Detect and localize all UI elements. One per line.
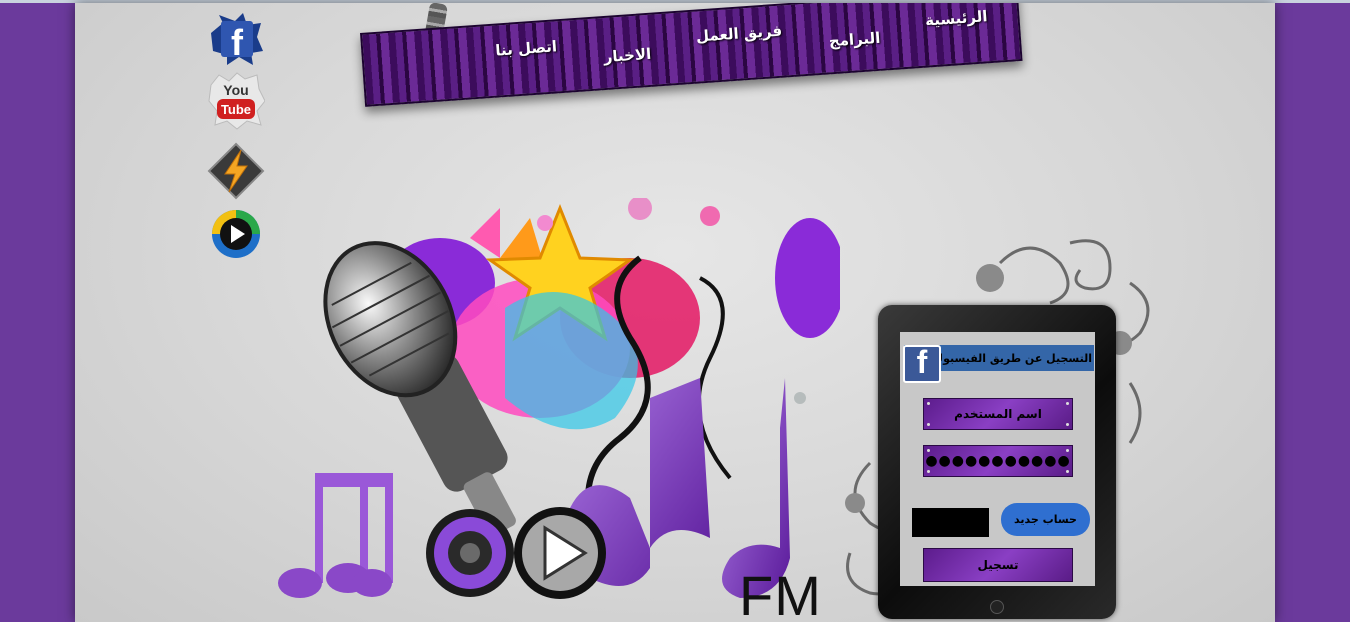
password-masked-value: ●●●●●●●●●●● xyxy=(925,453,1071,469)
winamp-link[interactable] xyxy=(207,142,265,200)
username-placeholder: اسم المستخدم xyxy=(954,407,1042,421)
nav-item-home[interactable]: الرئيسية xyxy=(925,7,989,43)
svg-text:Tube: Tube xyxy=(221,102,251,117)
nav-item-programs[interactable]: البرامج xyxy=(828,29,881,51)
nav-item-news[interactable]: الاخبار xyxy=(603,45,652,66)
login-panel: التسجيل عن طريق الفيسبوك f اسم المستخدم … xyxy=(900,332,1095,586)
facebook-icon[interactable]: f xyxy=(903,344,941,383)
register-button[interactable]: تسجيل xyxy=(923,548,1073,582)
new-account-button[interactable]: حساب جديد xyxy=(1001,503,1090,536)
username-input[interactable]: اسم المستخدم xyxy=(923,398,1073,430)
main-navigation: الرئيسية البرامج فريق العمل الاخبار اتصل… xyxy=(360,3,1023,107)
nav-item-team[interactable]: فريق العمل xyxy=(695,22,783,60)
nav-item-contact[interactable]: اتصل بنا xyxy=(495,37,559,73)
music-artwork xyxy=(278,198,840,599)
facebook-icon: f xyxy=(211,13,263,65)
winamp-lightning-icon xyxy=(207,142,265,200)
youtube-icon: You Tube xyxy=(208,72,265,130)
svg-text:You: You xyxy=(223,82,248,98)
nav-items: الرئيسية البرامج فريق العمل الاخبار اتصل… xyxy=(495,7,989,73)
svg-text:f: f xyxy=(231,22,244,63)
password-input[interactable]: ●●●●●●●●●●● xyxy=(923,445,1073,477)
page-container: f You Tube الرئيسية البرامج فريق العمل ا… xyxy=(75,3,1275,622)
login-tablet: التسجيل عن طريق الفيسبوك f اسم المستخدم … xyxy=(878,305,1116,619)
facebook-login-label: التسجيل عن طريق الفيسبوك xyxy=(933,351,1092,365)
tablet-home-button xyxy=(990,600,1004,614)
captcha-box[interactable] xyxy=(912,508,989,537)
fm-logo-text: FM xyxy=(739,564,822,622)
facebook-link[interactable]: f xyxy=(207,11,265,67)
youtube-link[interactable]: You Tube xyxy=(207,72,265,130)
register-label: تسجيل xyxy=(977,558,1019,572)
